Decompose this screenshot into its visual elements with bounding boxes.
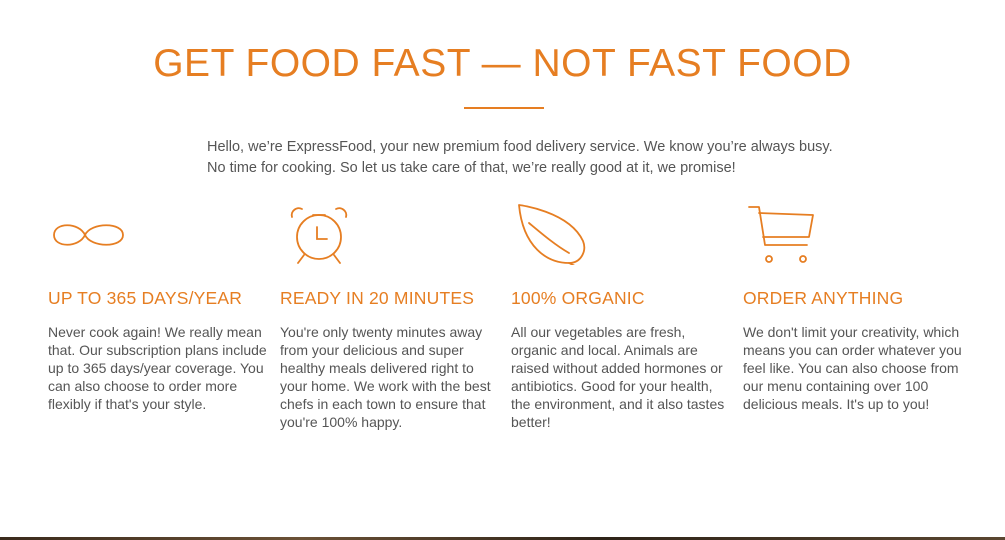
- feature-title: 100% ORGANIC: [511, 288, 645, 308]
- feature-organic: 100% ORGANIC All our vegetables are fres…: [511, 203, 733, 431]
- title-divider: [464, 107, 544, 109]
- alarm-clock-icon: [280, 203, 370, 265]
- feature-days-per-year: UP TO 365 DAYS/YEAR Never cook again! We…: [48, 203, 270, 413]
- intro-text: Hello, we’re ExpressFood, your new premi…: [207, 139, 833, 176]
- feature-title: READY IN 20 MINUTES: [280, 288, 475, 308]
- leaf-icon: [511, 203, 601, 265]
- feature-text: All our vegetables are fresh, organic an…: [511, 324, 725, 430]
- infinity-icon: [48, 203, 138, 265]
- feature-order-anything: ORDER ANYTHING We don't limit your creat…: [743, 203, 965, 413]
- feature-title: ORDER ANYTHING: [743, 288, 904, 308]
- shopping-cart-icon: [743, 203, 833, 265]
- feature-text: You're only twenty minutes away from you…: [280, 324, 491, 430]
- feature-title: UP TO 365 DAYS/YEAR: [48, 288, 243, 308]
- feature-text: Never cook again! We really mean that. O…: [48, 324, 267, 412]
- feature-text: We don't limit your creativity, which me…: [743, 324, 962, 412]
- section-title: GET FOOD FAST — NOT FAST FOOD: [153, 42, 852, 85]
- feature-ready-time: READY IN 20 MINUTES You're only twenty m…: [280, 203, 502, 431]
